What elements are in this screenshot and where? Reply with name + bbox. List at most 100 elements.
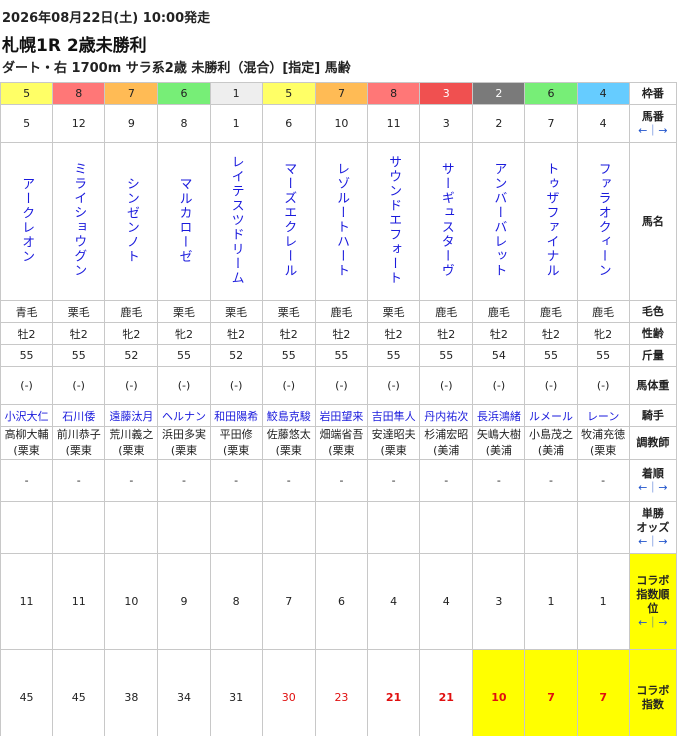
umaban-cell: 9 (104, 104, 159, 143)
horse-name-link[interactable]: アークレオン (19, 177, 34, 264)
jockey-link[interactable]: 和田陽希 (214, 410, 258, 423)
collab-index-row: 45 45 38 34 31 30 23 21 21 10 7 7 コラボ 指数 (0, 649, 677, 736)
horse-name-cell: サーギュスターヴ (419, 142, 474, 301)
trainer-area: (栗東 (13, 444, 40, 457)
trainer-name: 安達昭夫 (371, 428, 416, 441)
sex-age-cell: 牝2 (157, 322, 211, 345)
umaban-cell: 7 (524, 104, 578, 143)
odds-cell (104, 501, 159, 554)
coat-cell: 栗毛 (209, 300, 263, 323)
label-weight: 斤量 (628, 344, 677, 367)
waku-cell: 5 (261, 82, 316, 105)
label-umaban-text: 馬番 (641, 109, 664, 123)
sex-age-row: 牡2 牡2 牝2 牝2 牡2 牡2 牡2 牡2 牡2 牡2 牡2 牝2 性齢 (0, 322, 677, 345)
waku-cell: 4 (576, 82, 630, 105)
jockey-cell: 岩田望来 (314, 404, 369, 427)
coat-cell: 鹿毛 (314, 300, 369, 323)
jockey-cell: ルメール (524, 404, 578, 427)
odds-cell (52, 501, 106, 554)
jockey-link[interactable]: 岩田望来 (319, 410, 363, 423)
trainer-name: 佐藤悠太 (266, 428, 311, 441)
horse-name-link[interactable]: シンゼンノト (124, 177, 139, 264)
jockey-link[interactable]: 長浜鴻緒 (477, 410, 521, 423)
collab-index-cell: 21 (419, 649, 474, 736)
collab-index-cell: 31 (209, 649, 263, 736)
weight-row: 55 55 52 55 52 55 55 55 55 54 55 55 斤量 (0, 344, 677, 367)
collab-index-cell: 30 (261, 649, 316, 736)
umaban-cell: 12 (52, 104, 106, 143)
finish-row: - - - - - - - - - - - - 着順 ←｜→ (0, 459, 677, 502)
jockey-link[interactable]: 吉田隼人 (372, 410, 416, 423)
weight-cell: 55 (524, 344, 578, 367)
trainer-area: (美浦 (537, 444, 565, 457)
umaban-cell: 1 (209, 104, 263, 143)
coat-cell: 鹿毛 (472, 300, 526, 323)
horse-name-link[interactable]: トゥザファイナル (544, 162, 559, 278)
body-weight-cell: (-) (367, 366, 421, 405)
label-coat: 毛色 (628, 300, 677, 323)
horse-name-link[interactable]: レゾルートハート (334, 162, 349, 278)
horse-name-link[interactable]: サーギュスターヴ (439, 162, 454, 278)
jockey-link[interactable]: ヘルナン (162, 410, 206, 423)
coat-cell: 鹿毛 (104, 300, 159, 323)
weight-cell: 52 (104, 344, 159, 367)
horse-name-link[interactable]: レイテスツドリーム (229, 155, 244, 286)
label-finish-text: 着順 (641, 466, 664, 480)
horse-name-link[interactable]: アンバーバレット (491, 162, 506, 278)
horse-name-link[interactable]: ミライショウグン (71, 162, 86, 278)
trainer-cell: 小島茂之 (美浦 (524, 426, 578, 460)
label-collab-index-l2: 指数 (641, 697, 664, 711)
waku-cell: 6 (524, 82, 578, 105)
jockey-link[interactable]: ルメール (529, 410, 573, 423)
finish-sort-arrows[interactable]: ←｜→ (638, 481, 667, 494)
horse-name-cell: アンバーバレット (472, 142, 526, 301)
horse-name-cell: アークレオン (0, 142, 54, 301)
horse-name-link[interactable]: マルカローゼ (177, 177, 192, 264)
trainer-cell: 高柳大輔 (栗東 (0, 426, 54, 460)
collab-rank-cell: 11 (0, 553, 54, 650)
trainer-area: (栗東 (590, 444, 617, 457)
collab-index-cell: 45 (52, 649, 106, 736)
horse-name-cell: ファラオクィーン (576, 142, 630, 301)
label-name: 馬名 (628, 142, 677, 301)
waku-cell: 8 (52, 82, 106, 105)
odds-row: 単勝 オッズ ←｜→ (0, 501, 677, 554)
body-weight-cell: (-) (209, 366, 263, 405)
trainer-cell: 矢嶋大樹 (美浦 (472, 426, 526, 460)
odds-sort-arrows[interactable]: ←｜→ (638, 535, 667, 548)
label-odds-l1: 単勝 (641, 506, 664, 520)
jockey-link[interactable]: 石川倭 (62, 410, 95, 423)
jockey-link[interactable]: レーン (587, 410, 619, 423)
waku-cell: 6 (157, 82, 211, 105)
trainer-area: (美浦 (433, 444, 460, 457)
horse-name-link[interactable]: ファラオクィーン (596, 162, 611, 278)
jockey-link[interactable]: 丹内祐次 (424, 410, 468, 423)
label-collab-rank-l2: 指数順 (636, 587, 670, 601)
body-weight-cell: (-) (52, 366, 106, 405)
finish-cell: - (419, 459, 474, 502)
umaban-sort-arrows[interactable]: ←｜→ (638, 124, 667, 137)
finish-cell: - (157, 459, 211, 502)
jockey-link[interactable]: 小沢大仁 (5, 410, 49, 423)
jockey-row: 小沢大仁 石川倭 遠藤汰月 ヘルナン 和田陽希 鮫島克駿 岩田望来 吉田隼人 丹内祐次 長浜鴻緒ル… (0, 404, 677, 427)
jockey-link[interactable]: 遠藤汰月 (109, 410, 153, 423)
sex-age-cell: 牡2 (209, 322, 263, 345)
jockey-cell: 小沢大仁 (0, 404, 54, 427)
trainer-name: 矢嶋大樹 (476, 428, 521, 441)
collab-rank-sort-arrows[interactable]: ←｜→ (638, 616, 667, 629)
horse-name-link[interactable]: サウンドエフォート (386, 155, 401, 286)
collab-index-cell: 21 (367, 649, 421, 736)
sex-age-cell: 牡2 (52, 322, 106, 345)
waku-cell: 7 (104, 82, 159, 105)
label-collab-index: コラボ 指数 (628, 649, 677, 736)
horse-name-link[interactable]: マーズエクレール (281, 162, 296, 278)
finish-cell: - (314, 459, 369, 502)
trainer-cell: 平田修 (栗東 (209, 426, 263, 460)
weight-cell: 55 (0, 344, 54, 367)
body-weight-cell: (-) (157, 366, 211, 405)
race-title: 札幌1R 2歳未勝利 (2, 36, 147, 56)
collab-rank-cell: 11 (52, 553, 106, 650)
trainer-cell: 荒川義之 (栗東 (104, 426, 159, 460)
jockey-link[interactable]: 鮫島克駿 (267, 410, 311, 423)
label-waku: 枠番 (628, 82, 677, 105)
